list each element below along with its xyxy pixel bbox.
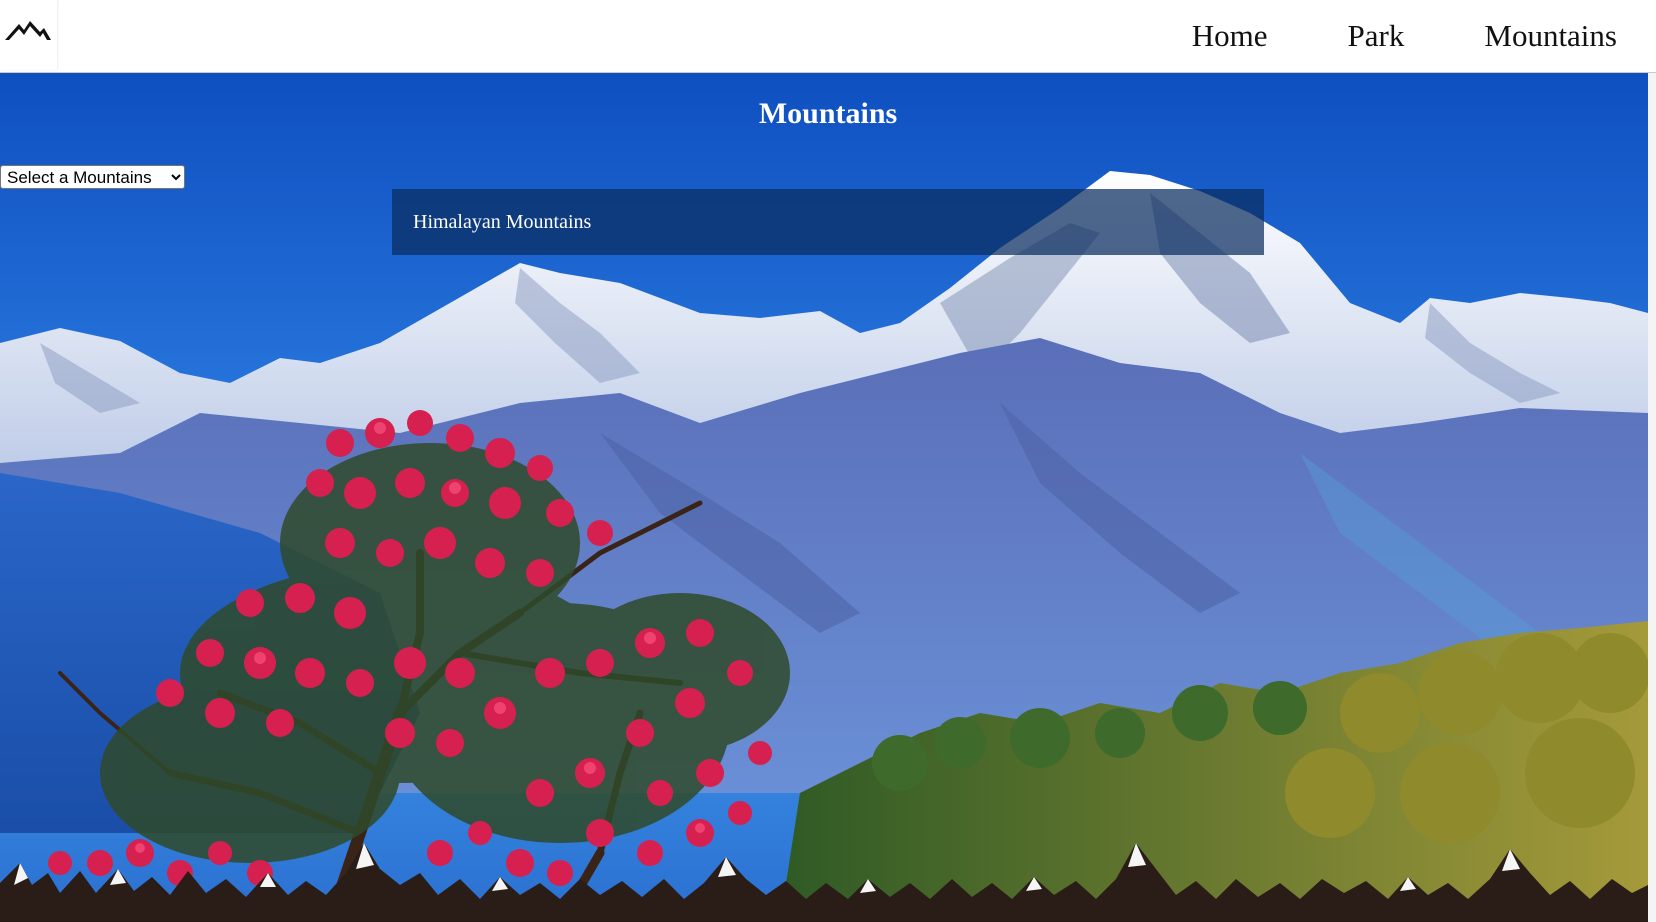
page: Home Park Mountains Mountains Select a M… [0,0,1656,922]
top-navbar: Home Park Mountains [0,0,1656,73]
mountain-logo-icon [5,21,51,40]
logo[interactable] [0,0,57,70]
page-title: Mountains [758,97,898,130]
nav-mountains-link[interactable]: Mountains [1484,14,1617,58]
mountain-info-text: Himalayan Mountains [413,210,592,233]
nav-park-link[interactable]: Park [1348,14,1405,58]
nav-home-link[interactable]: Home [1192,14,1268,58]
page-scrollbar[interactable] [1648,73,1656,922]
hero-section: Mountains Select a Mountains Himalayan M… [0,73,1648,922]
mountain-select-wrapper: Select a Mountains [0,165,185,189]
main-nav: Home Park Mountains [1112,14,1617,58]
mountain-select[interactable]: Select a Mountains [0,165,185,189]
mountain-info-box: Himalayan Mountains [392,189,1264,255]
